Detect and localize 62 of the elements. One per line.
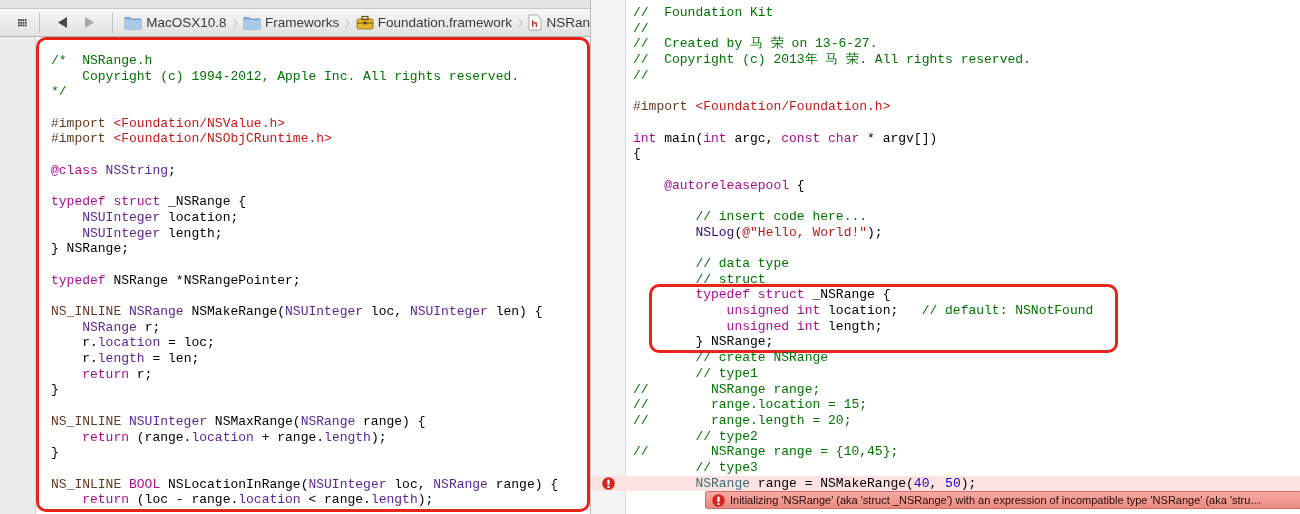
breadcrumb-item[interactable]: MacOSX10.8: [124, 15, 227, 30]
code-line: // Foundation Kit: [633, 5, 775, 21]
folder-icon: [124, 15, 143, 30]
code-line: NS_INLINE NSRange NSMakeRange(NSUInteger loc, NSUInteger len) {: [51, 304, 544, 320]
code-line: NSUInteger location;: [81, 209, 240, 226]
code-line: NSRange r;: [81, 319, 162, 336]
code-line: r.location = loc;: [81, 335, 216, 352]
code-line: @class NSString;: [51, 162, 177, 179]
code-line: NS_INLINE BOOL NSLocationInRange(NSUInteger loc, NSRange range) {: [51, 476, 560, 493]
code-line: #import <Foundation/NSObjCRuntime.h>: [51, 131, 333, 148]
toolbox-icon: [355, 15, 374, 30]
code-line: NSRange range = NSMakeRange(40, 50);: [694, 475, 977, 492]
code-line: */: [51, 84, 68, 101]
breadcrumb-item[interactable]: NSRan: [528, 14, 590, 31]
error-icon: [601, 476, 615, 490]
code-line: } NSRange;: [694, 334, 775, 351]
code-line: // data type: [694, 256, 791, 272]
code-line: int main(int argc, const char * argv[]): [633, 130, 939, 147]
grid-icon[interactable]: [18, 16, 27, 29]
code-line: // type3: [694, 459, 759, 476]
code-line: typedef struct _NSRange {: [694, 287, 892, 304]
code-line: // struct: [694, 271, 767, 288]
code-line: // type1: [694, 365, 759, 382]
code-line: // Copyright (c) 2013年 马 荣. All rights reserved.: [633, 52, 1032, 68]
code-line: // range.location = 15;: [633, 397, 869, 413]
forward-icon: [82, 16, 96, 29]
code-line: typedef struct _NSRange {: [51, 194, 248, 210]
code-line: } NSRange;: [51, 241, 130, 257]
code-line: //: [633, 67, 650, 84]
code-line: // NSRange range = {10,45};: [633, 444, 900, 460]
code-line: NSUInteger length;: [81, 225, 224, 242]
code-line: unsigned int length;: [725, 318, 884, 335]
code-line: // Created by 马 荣 on 13-6-27.: [633, 36, 879, 52]
code-line: typedef NSRange *NSRangePointer;: [51, 272, 302, 289]
code-line: NS_INLINE NSUInteger NSMaxRange(NSRange range) {: [51, 413, 427, 430]
code-line: // insert code here...: [694, 208, 869, 225]
code-line: }: [51, 382, 60, 399]
code-line: #import <Foundation/NSValue.h>: [51, 115, 287, 132]
code-line: r.length = len;: [81, 351, 201, 367]
file-icon: [528, 14, 543, 31]
code-line: // range.length = 20;: [633, 412, 853, 429]
back-icon: [55, 16, 69, 29]
code-line: return (range.location + range.length);: [81, 429, 388, 446]
code-line: //: [633, 20, 650, 37]
breadcrumb-item[interactable]: Foundation.framework: [355, 15, 512, 30]
code-line: // NSRange range;: [633, 381, 822, 398]
error-icon: [712, 493, 725, 507]
code-line: return r;: [81, 366, 154, 383]
code-line: // create NSRange: [694, 350, 830, 366]
code-line: return (loc - range.location < range.length);: [81, 492, 435, 508]
code-line: {: [633, 146, 642, 162]
code-line: }: [51, 445, 60, 461]
code-line: unsigned int location; // default: NSNotFound: [725, 303, 1095, 319]
code-line: @autoreleasepool {: [663, 177, 806, 194]
folder-icon: [242, 15, 261, 30]
code-line: /* NSRange.h: [51, 53, 154, 69]
code-line: #import <Foundation/Foundation.h>: [633, 99, 892, 115]
code-line: NSLog(@"Hello, World!");: [694, 224, 884, 241]
error-text: Initializing 'NSRange' (aka 'struct _NSRange') with an expression of incompatible type 'NSRange' (aka 'stru…: [730, 494, 1262, 507]
breadcrumb-item[interactable]: Frameworks: [242, 15, 340, 30]
code-line: // type2: [694, 428, 759, 445]
code-line: Copyright (c) 1994-2012, Apple Inc. All rights reserved.: [81, 68, 521, 85]
